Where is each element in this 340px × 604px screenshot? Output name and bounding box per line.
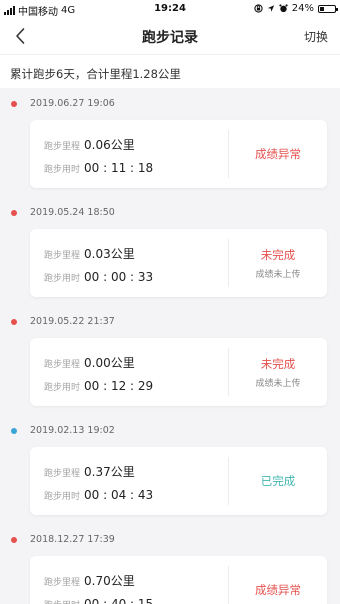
record-status: 成绩异常	[255, 147, 301, 161]
distance-label: 跑步里程	[44, 469, 81, 479]
duration-value: 00 : 04 : 43	[84, 488, 154, 502]
duration-row: 跑步用时 00 : 11 : 18	[44, 161, 153, 175]
battery-level-fill	[320, 6, 324, 11]
distance-value: 0.37公里	[84, 465, 135, 479]
timeline-dot-icon	[11, 428, 17, 434]
record-card[interactable]: 跑步里程 0.00公里 跑步用时 00 : 12 : 29 未完成 成绩未上传	[30, 338, 327, 406]
record-datetime: 2019.06.27 19:06	[30, 98, 115, 109]
record-card[interactable]: 跑步里程 0.03公里 跑步用时 00 : 00 : 33 未完成 成绩未上传	[30, 229, 327, 297]
record-datetime: 2018.12.27 17:39	[30, 534, 115, 545]
distance-label: 跑步里程	[44, 578, 81, 588]
back-chevron-icon[interactable]	[10, 25, 32, 47]
distance-value: 0.03公里	[84, 247, 135, 261]
alarm-clock-icon	[279, 4, 288, 13]
record-status: 已完成	[260, 474, 296, 488]
orientation-lock-icon	[254, 4, 263, 13]
status-bar-right: 24%	[254, 3, 338, 14]
distance-value: 0.00公里	[84, 356, 135, 370]
duration-label: 跑步用时	[44, 165, 81, 175]
status-bar: 中国移动 4G 19:24 24%	[0, 0, 340, 18]
timeline-dot-icon	[11, 537, 17, 543]
duration-row: 跑步用时 00 : 04 : 43	[44, 488, 153, 502]
duration-row: 跑步用时 00 : 40 : 15	[44, 597, 153, 604]
distance-row: 跑步里程 0.00公里	[44, 354, 135, 371]
record-datetime: 2019.05.22 21:37	[30, 316, 115, 327]
duration-label: 跑步用时	[44, 383, 81, 393]
record-status: 未完成	[260, 357, 296, 371]
distance-row: 跑步里程 0.37公里	[44, 463, 135, 480]
running-summary: 累计跑步6天，合计里程1.28公里	[0, 54, 340, 88]
record-status: 未完成	[260, 248, 296, 262]
record-datetime: 2019.05.24 18:50	[30, 207, 115, 218]
duration-value: 00 : 11 : 18	[84, 161, 154, 175]
location-arrow-icon	[267, 5, 274, 12]
record-card[interactable]: 跑步里程 0.37公里 跑步用时 00 : 04 : 43 已完成	[30, 447, 327, 515]
duration-label: 跑步用时	[44, 492, 81, 502]
distance-row: 跑步里程 0.70公里	[44, 572, 135, 589]
page-title: 跑步记录	[142, 30, 198, 46]
duration-value: 00 : 00 : 33	[84, 270, 154, 284]
timeline-dot-icon	[11, 210, 17, 216]
record-substatus: 成绩未上传	[255, 379, 301, 389]
battery-icon	[318, 4, 338, 13]
record-card[interactable]: 跑步里程 0.06公里 跑步用时 00 : 11 : 18 成绩异常	[30, 120, 327, 188]
distance-label: 跑步里程	[44, 360, 81, 370]
duration-value: 00 : 12 : 29	[84, 379, 154, 393]
record-substatus: 成绩未上传	[255, 270, 301, 280]
switch-button[interactable]: 切换	[304, 28, 328, 45]
record-card[interactable]: 跑步里程 0.70公里 跑步用时 00 : 40 : 15 成绩异常	[30, 556, 327, 604]
duration-row: 跑步用时 00 : 00 : 33	[44, 270, 153, 284]
record-status: 成绩异常	[255, 583, 301, 597]
distance-row: 跑步里程 0.06公里	[44, 136, 135, 153]
navigation-bar: 跑步记录 切换	[0, 18, 340, 54]
distance-value: 0.70公里	[84, 574, 135, 588]
duration-label: 跑步用时	[44, 274, 81, 284]
record-datetime: 2019.02.13 19:02	[30, 425, 115, 436]
distance-label: 跑步里程	[44, 251, 81, 261]
timeline-dot-icon	[11, 101, 17, 107]
distance-value: 0.06公里	[84, 138, 135, 152]
distance-label: 跑步里程	[44, 142, 81, 152]
timeline-dot-icon	[11, 319, 17, 325]
distance-row: 跑步里程 0.03公里	[44, 245, 135, 262]
battery-percent: 24%	[291, 3, 314, 14]
duration-row: 跑步用时 00 : 12 : 29	[44, 379, 153, 393]
duration-label: 跑步用时	[44, 598, 80, 604]
duration-value: 00 : 40 : 15	[84, 597, 154, 604]
